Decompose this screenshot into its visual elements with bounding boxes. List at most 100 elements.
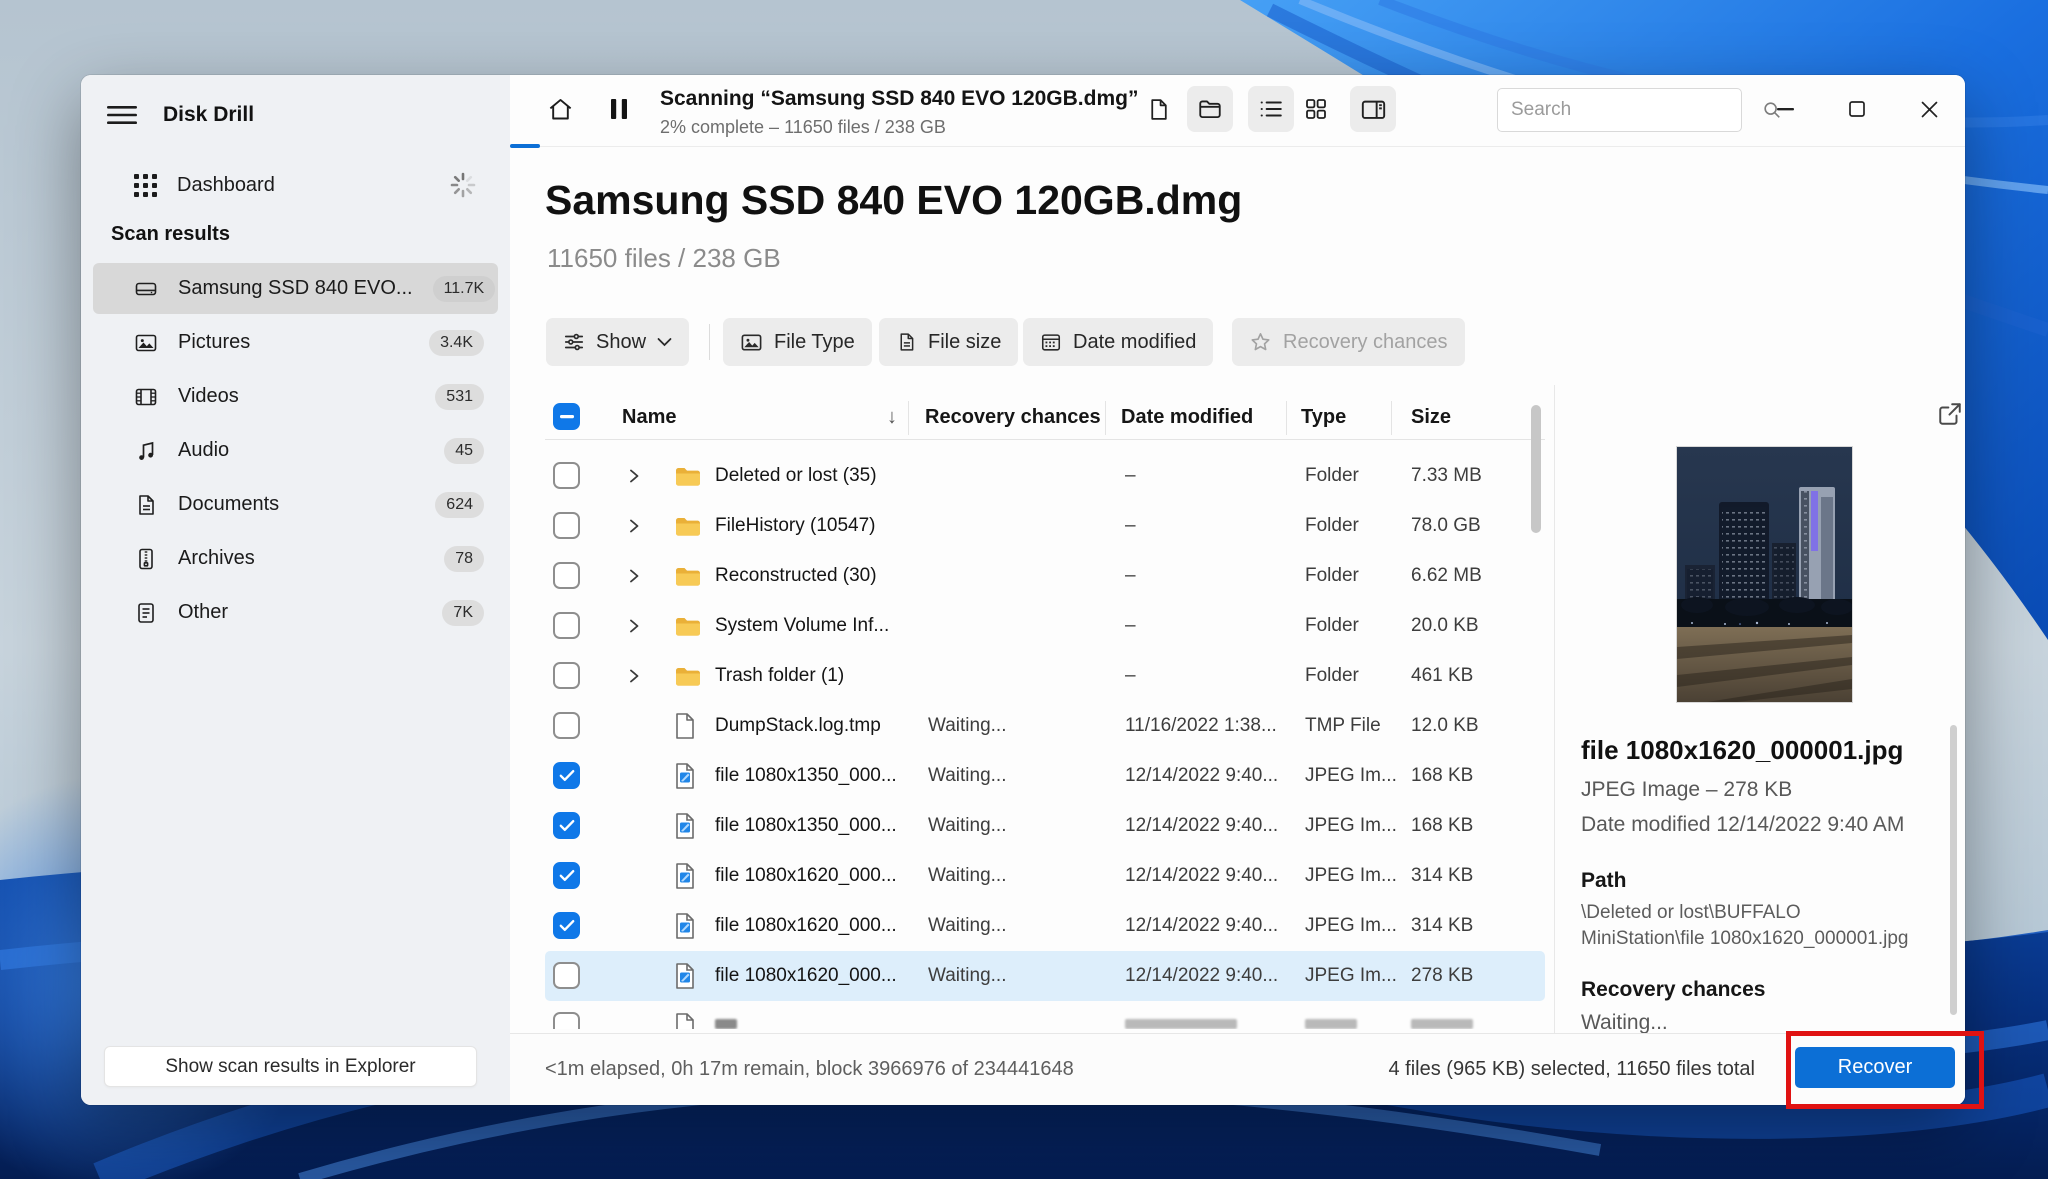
table-row[interactable]: file 1080x1350_000... Waiting... 12/14/2… [545, 751, 1545, 801]
cell-date: 12/14/2022 9:40... [1125, 765, 1278, 787]
cell-date: – [1125, 565, 1136, 587]
column-header-date[interactable]: Date modified [1121, 406, 1253, 429]
cell-size: 6.62 MB [1411, 565, 1482, 587]
pause-scan-button[interactable] [596, 86, 642, 132]
page-subtitle: 11650 files / 238 GB [547, 243, 781, 274]
sidebar-item[interactable]: Documents 624 [93, 479, 498, 530]
preview-path-value: \Deleted or lost\BUFFALO MiniStation\fil… [1581, 900, 1926, 952]
table-row[interactable]: Trash folder (1) – Folder 461 KB [545, 651, 1545, 701]
minimize-button[interactable] [1763, 89, 1807, 129]
column-header-size[interactable]: Size [1411, 406, 1451, 429]
item-count-badge: 78 [444, 546, 484, 572]
sidebar-item-dashboard[interactable]: Dashboard [93, 161, 498, 209]
grid-view-button[interactable] [1293, 86, 1339, 132]
cell-size: 278 KB [1411, 965, 1473, 987]
sidebar-item[interactable]: Archives 78 [93, 533, 498, 584]
panel-scrollbar[interactable] [1950, 725, 1957, 1015]
cell-date: 11/16/2022 1:38... [1125, 715, 1277, 737]
table-row[interactable]: file 1080x1620_000... Waiting... 12/14/2… [545, 851, 1545, 901]
cell-type: JPEG Im... [1305, 965, 1397, 987]
row-checkbox[interactable] [553, 962, 580, 989]
table-row[interactable]: FileHistory (10547) – Folder 78.0 GB [545, 501, 1545, 551]
file-type-filter-button[interactable]: File Type [723, 318, 872, 366]
date-modified-filter-button[interactable]: Date modified [1023, 318, 1213, 366]
cell-date: – [1125, 665, 1136, 687]
open-external-icon[interactable] [1931, 399, 1961, 429]
search-input[interactable] [1498, 99, 1762, 121]
show-filter-button[interactable]: Show [546, 318, 689, 366]
table-row[interactable]: DumpStack.log.tmp Waiting... 11/16/2022 … [545, 701, 1545, 751]
item-count-badge: 531 [435, 384, 484, 410]
chevron-right-icon[interactable] [627, 468, 641, 484]
preview-image [1676, 446, 1853, 703]
sidebar-item[interactable]: Pictures 3.4K [93, 317, 498, 368]
table-row[interactable]: file 1080x1620_000... Waiting... 12/14/2… [545, 901, 1545, 951]
folder-icon [673, 612, 701, 640]
scan-results-section-label: Scan results [111, 223, 230, 246]
chevron-right-icon[interactable] [627, 518, 641, 534]
folder-icon [673, 562, 701, 590]
row-checkbox[interactable] [553, 562, 580, 589]
select-all-checkbox[interactable] [553, 403, 580, 430]
preview-recovery-value: Waiting... [1581, 1011, 1668, 1035]
sort-desc-icon[interactable]: ↓ [887, 406, 897, 429]
item-count-badge: 45 [444, 438, 484, 464]
cell-date: 12/14/2022 9:40... [1125, 815, 1278, 837]
jpeg-icon [673, 862, 697, 890]
cell-name: file 1080x1620_000... [715, 915, 897, 937]
row-checkbox[interactable] [553, 512, 580, 539]
other-icon [134, 601, 158, 625]
jpeg-icon [673, 962, 697, 990]
row-checkbox[interactable] [553, 1012, 580, 1029]
cell-size: 314 KB [1411, 865, 1473, 887]
close-button[interactable] [1907, 89, 1951, 129]
row-checkbox[interactable] [553, 662, 580, 689]
row-checkbox[interactable] [553, 712, 580, 739]
row-checkbox[interactable] [553, 762, 580, 789]
scan-progress-bar [510, 144, 540, 148]
item-count-badge: 7K [442, 600, 484, 626]
sidebar-item[interactable]: Other 7K [93, 587, 498, 638]
file-icon [673, 712, 697, 740]
folder-view-button[interactable] [1187, 86, 1233, 132]
cell-type: Folder [1305, 565, 1359, 587]
preview-panel-button[interactable] [1350, 86, 1396, 132]
column-header-type[interactable]: Type [1301, 406, 1346, 429]
table-row-partial[interactable] [545, 1001, 1545, 1029]
cell-size: 78.0 GB [1411, 515, 1481, 537]
audio-icon [134, 439, 158, 463]
sidebar-item[interactable]: Audio 45 [93, 425, 498, 476]
table-row[interactable]: System Volume Inf... – Folder 20.0 KB [545, 601, 1545, 651]
row-checkbox[interactable] [553, 612, 580, 639]
list-view-button[interactable] [1248, 86, 1294, 132]
chevron-right-icon[interactable] [627, 668, 641, 684]
sidebar-item[interactable]: Videos 531 [93, 371, 498, 422]
table-row[interactable]: file 1080x1620_000... Waiting... 12/14/2… [545, 951, 1545, 1001]
row-checkbox[interactable] [553, 862, 580, 889]
chevron-right-icon[interactable] [627, 618, 641, 634]
table-scrollbar[interactable] [1531, 405, 1541, 533]
file-view-button[interactable] [1135, 86, 1181, 132]
home-button[interactable] [537, 86, 583, 132]
cell-name: Reconstructed (30) [715, 565, 877, 587]
chevron-right-icon[interactable] [627, 568, 641, 584]
table-row[interactable]: Deleted or lost (35) – Folder 7.33 MB [545, 451, 1545, 501]
cell-type: JPEG Im... [1305, 765, 1397, 787]
maximize-button[interactable] [1835, 89, 1879, 129]
table-row[interactable]: Reconstructed (30) – Folder 6.62 MB [545, 551, 1545, 601]
sidebar-item[interactable]: Samsung SSD 840 EVO... 11.7K [93, 263, 498, 314]
file-size-filter-button[interactable]: File size [879, 318, 1018, 366]
cell-recovery: Waiting... [928, 915, 1007, 937]
row-checkbox[interactable] [553, 812, 580, 839]
show-in-explorer-button[interactable]: Show scan results in Explorer [104, 1046, 477, 1087]
dashboard-label: Dashboard [177, 174, 275, 197]
column-header-recovery[interactable]: Recovery chances [925, 406, 1101, 429]
column-header-name[interactable]: Name [622, 406, 676, 429]
hamburger-menu-icon[interactable] [107, 103, 137, 127]
drive-icon [134, 277, 158, 301]
disk-drill-window: Disk Drill Dashboard [81, 75, 1965, 1105]
filter-separator [709, 324, 710, 360]
table-row[interactable]: file 1080x1350_000... Waiting... 12/14/2… [545, 801, 1545, 851]
row-checkbox[interactable] [553, 912, 580, 939]
row-checkbox[interactable] [553, 462, 580, 489]
